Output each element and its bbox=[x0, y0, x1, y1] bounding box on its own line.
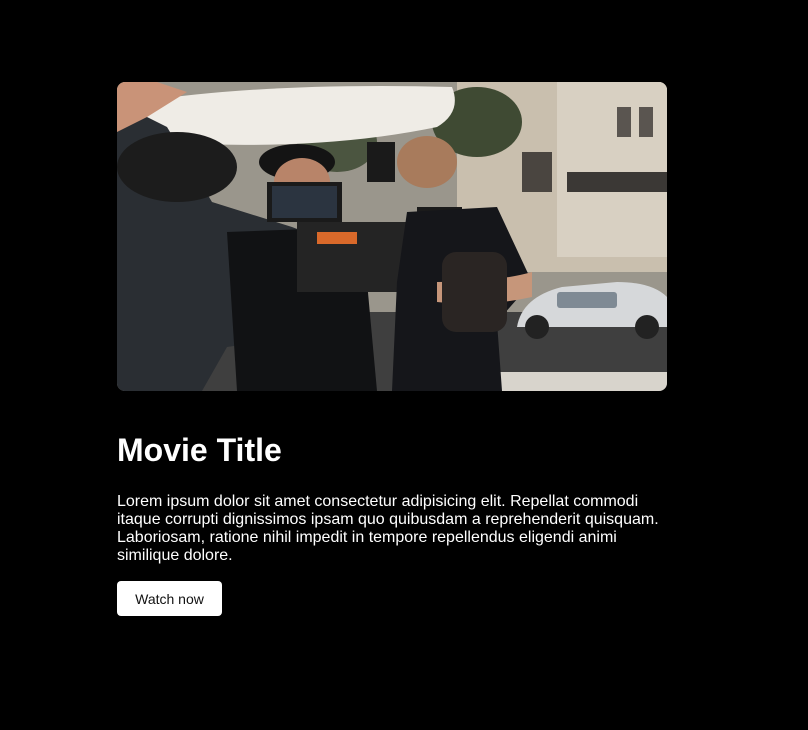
movie-title: Movie Title bbox=[117, 432, 282, 468]
movie-poster-image bbox=[117, 82, 667, 391]
movie-card: Movie Title Lorem ipsum dolor sit amet c… bbox=[117, 82, 667, 616]
movie-description: Lorem ipsum dolor sit amet consectetur a… bbox=[117, 493, 659, 564]
watch-now-button[interactable]: Watch now bbox=[117, 581, 222, 616]
